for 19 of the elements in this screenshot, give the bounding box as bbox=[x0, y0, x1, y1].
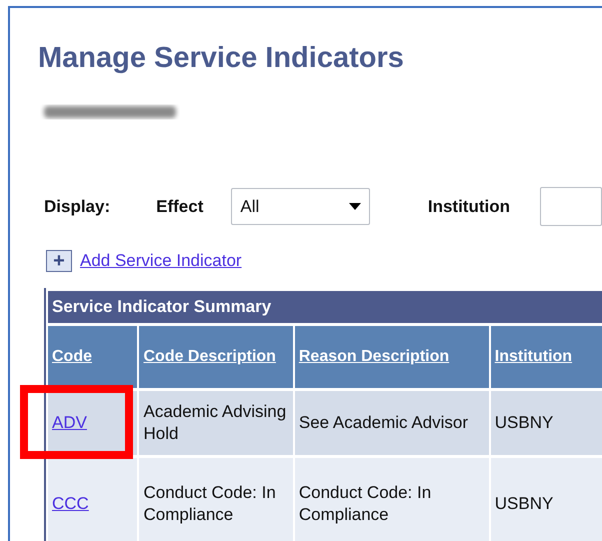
effect-select[interactable]: All bbox=[231, 188, 370, 225]
institution-select[interactable] bbox=[540, 187, 602, 226]
add-service-indicator-link[interactable]: Add Service Indicator bbox=[80, 251, 242, 271]
caret-icon bbox=[348, 203, 361, 210]
page-title: Manage Service Indicators bbox=[38, 42, 405, 75]
table-cell: See Academic Advisor bbox=[294, 391, 489, 455]
display-label: Display: bbox=[44, 196, 110, 216]
column-header[interactable]: Code bbox=[52, 346, 92, 368]
code-link[interactable]: CCC bbox=[52, 494, 89, 513]
effect-label: Effect bbox=[156, 196, 204, 216]
institution-label: Institution bbox=[428, 196, 510, 216]
table-cell: USBNY bbox=[490, 458, 602, 541]
table-title: Service Indicator Summary bbox=[48, 291, 602, 323]
table-cell: USBNY bbox=[490, 391, 602, 455]
table-cell: Conduct Code: In Compliance bbox=[139, 458, 293, 541]
table-cell: Academic Advising Hold bbox=[139, 391, 293, 455]
add-button[interactable]: + bbox=[46, 250, 72, 272]
code-link[interactable]: ADV bbox=[52, 412, 87, 432]
table-cell: Conduct Code: In Compliance bbox=[294, 458, 489, 541]
